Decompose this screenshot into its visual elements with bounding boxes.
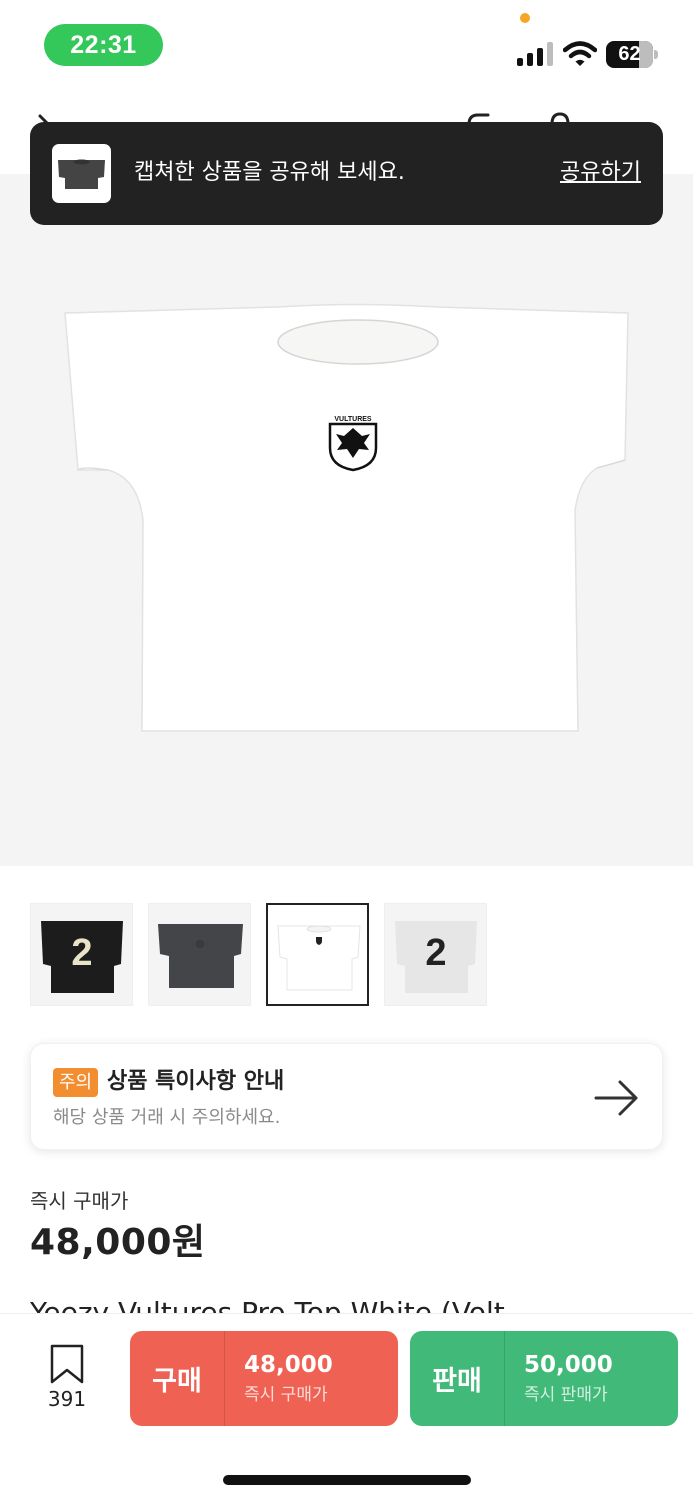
thumbnail-number: 2 (71, 932, 92, 974)
thumbnail-number: 2 (425, 932, 446, 974)
price-value: 48,000원 (30, 1222, 206, 1263)
toast-thumbnail (52, 144, 111, 203)
bookmark-button[interactable]: 391 (36, 1344, 98, 1414)
status-time: 22:31 (44, 24, 163, 66)
shirt-image: VULTURES (64, 303, 629, 732)
bookmark-icon (50, 1344, 84, 1384)
home-indicator[interactable] (223, 1475, 471, 1485)
bookmark-count: 391 (47, 1387, 87, 1411)
share-button[interactable]: 공유하기 (560, 158, 641, 188)
notice-title: 상품 특이사항 안내 (107, 1069, 285, 1094)
print-text: VULTURES (334, 416, 372, 423)
buy-label: 구매 (152, 1366, 202, 1397)
thumbnail-black[interactable]: 2 (30, 903, 133, 1006)
price-label: 즉시 구매가 (30, 1189, 129, 1213)
sell-label: 판매 (432, 1366, 482, 1397)
status-bar: 22:31 62 (0, 0, 693, 90)
cellular-signal-icon (517, 42, 553, 66)
bottom-action-bar: 391 구매 48,000 즉시 구매가 판매 50,000 즉시 판매가 (0, 1313, 693, 1500)
share-toast: 캡쳐한 상품을 공유해 보세요. 공유하기 (30, 122, 663, 225)
buy-caption: 즉시 구매가 (244, 1385, 328, 1405)
sell-button[interactable]: 판매 50,000 즉시 판매가 (410, 1331, 678, 1426)
battery-icon: 62 (606, 41, 658, 68)
notice-subtitle: 해당 상품 거래 시 주의하세요. (53, 1107, 281, 1128)
thumbnail-grey[interactable]: 2 (384, 903, 487, 1006)
privacy-indicator-dot (520, 13, 530, 23)
buy-button[interactable]: 구매 48,000 즉시 구매가 (130, 1331, 398, 1426)
wifi-icon (563, 41, 597, 66)
divider (504, 1331, 505, 1426)
thumbnail-charcoal[interactable] (148, 903, 251, 1006)
notice-card[interactable]: 주의 상품 특이사항 안내 해당 상품 거래 시 주의하세요. (30, 1043, 663, 1150)
sell-caption: 즉시 판매가 (524, 1385, 608, 1405)
sell-price: 50,000 (524, 1352, 613, 1378)
thumbnail-white[interactable] (266, 903, 369, 1006)
battery-level: 62 (618, 43, 641, 65)
divider (224, 1331, 225, 1426)
buy-price: 48,000 (244, 1352, 333, 1378)
arrow-right-icon[interactable] (594, 1079, 640, 1117)
caution-badge: 주의 (53, 1068, 99, 1097)
product-image[interactable]: VULTURES (0, 174, 693, 866)
toast-message: 캡쳐한 상품을 공유해 보세요. (134, 160, 405, 185)
thumbnail-strip: 2 2 (30, 903, 488, 1006)
